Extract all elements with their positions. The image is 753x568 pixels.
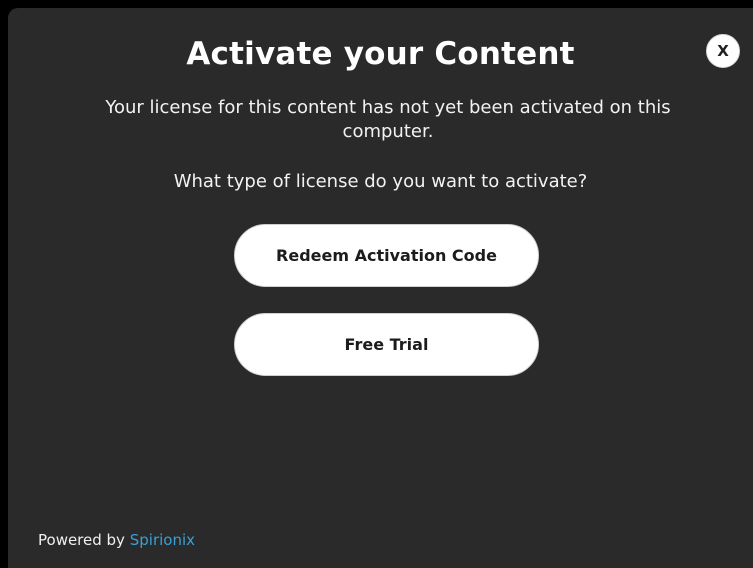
brand-link[interactable]: Spirionix bbox=[130, 531, 195, 549]
license-type-question: What type of license do you want to acti… bbox=[173, 171, 588, 192]
redeem-activation-code-button[interactable]: Redeem Activation Code bbox=[234, 224, 539, 287]
close-button[interactable]: X bbox=[706, 34, 740, 68]
powered-by-text: Powered by bbox=[38, 531, 125, 549]
free-trial-button-label: Free Trial bbox=[344, 335, 429, 354]
powered-by-footer: Powered by Spirionix bbox=[38, 530, 195, 550]
activation-message: Your license for this content has not ye… bbox=[105, 97, 671, 142]
dialog-title: Activate your Content bbox=[186, 36, 575, 72]
close-icon: X bbox=[717, 41, 729, 60]
free-trial-button[interactable]: Free Trial bbox=[234, 313, 539, 376]
redeem-button-label: Redeem Activation Code bbox=[276, 246, 497, 265]
activation-dialog: Activate your Content X Your license for… bbox=[8, 8, 753, 568]
